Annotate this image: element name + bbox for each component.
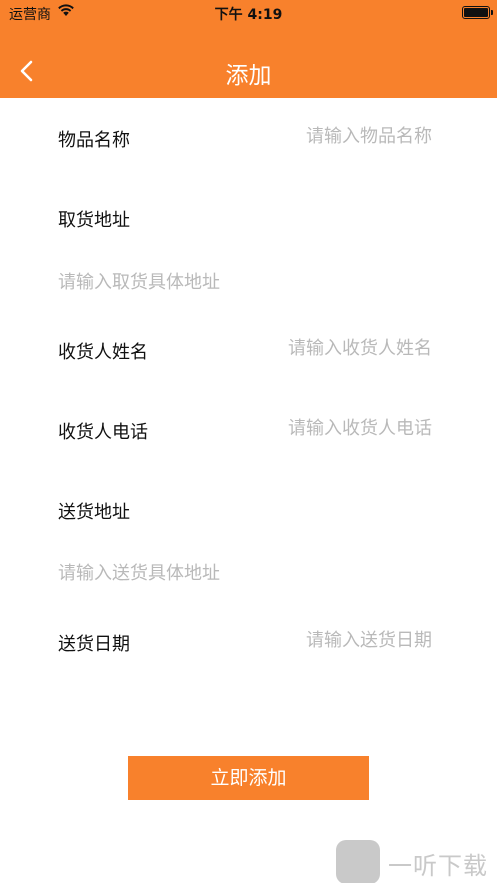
nav-header: 运营商 下午 4:19 添加 xyxy=(0,0,497,98)
watermark-logo-icon xyxy=(336,840,380,883)
receiver-name-input[interactable] xyxy=(212,338,432,359)
receiver-name-label: 收货人姓名 xyxy=(58,342,148,363)
item-name-input[interactable] xyxy=(232,126,432,147)
delivery-date-input[interactable] xyxy=(232,630,432,651)
clock-time: 下午 4:19 xyxy=(214,7,283,23)
submit-add-button[interactable]: 立即添加 xyxy=(128,756,369,800)
receiver-phone-input[interactable] xyxy=(212,418,432,439)
delivery-address-input[interactable] xyxy=(58,563,438,584)
watermark: 一听下载 xyxy=(336,840,496,883)
pickup-address-input[interactable] xyxy=(58,272,438,293)
status-bar: 运营商 下午 4:19 xyxy=(0,0,497,26)
page-title: 添加 xyxy=(225,63,272,89)
battery-icon xyxy=(462,6,493,19)
delivery-date-label: 送货日期 xyxy=(58,634,130,655)
pickup-address-label: 取货地址 xyxy=(58,210,130,231)
delivery-address-label: 送货地址 xyxy=(58,502,130,523)
item-name-label: 物品名称 xyxy=(58,130,130,151)
receiver-phone-label: 收货人电话 xyxy=(58,422,148,443)
watermark-text: 一听下载 xyxy=(388,852,488,880)
